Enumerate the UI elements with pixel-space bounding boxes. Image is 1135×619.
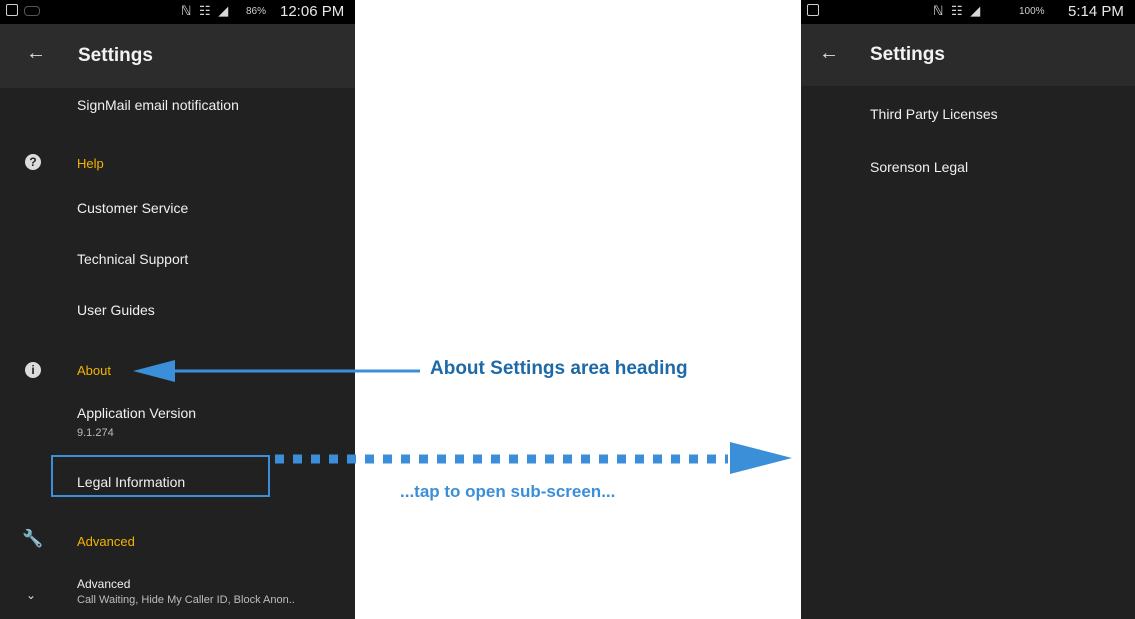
notification-icon [24,6,40,16]
settings-screen-left: ℕ ☷ ◢ 86% 12:06 PM ← Settings SignMail e… [0,0,355,619]
wrench-icon: 🔧 [22,529,44,548]
application-version-item[interactable]: Application Version [77,405,196,421]
status-bar: ℕ ☷ ◢ 86% 12:06 PM [0,0,355,24]
about-section-heading: About [77,363,111,378]
settings-screen-right: ℕ ☷ ◢ 100% 5:14 PM ← Settings Third Part… [801,0,1135,619]
about-heading-annotation: About Settings area heading [430,358,688,379]
clock: 12:06 PM [280,3,345,20]
screenshot-icon [807,4,819,16]
battery-percent: 86% [246,6,267,17]
help-icon: ? [25,154,41,170]
application-version-value: 9.1.274 [77,427,114,439]
customer-service-item[interactable]: Customer Service [77,200,188,216]
info-icon: i [25,362,41,378]
battery-percent: 100% [1019,6,1045,17]
user-guides-item[interactable]: User Guides [77,302,155,318]
legal-information-highlight [51,455,270,497]
advanced-item[interactable]: Advanced [77,577,130,591]
status-bar: ℕ ☷ ◢ 100% 5:14 PM [801,0,1135,24]
back-arrow-icon[interactable]: ← [26,42,46,65]
tap-arrow-head [730,442,792,474]
help-section-heading: Help [77,156,104,171]
sorenson-legal-item[interactable]: Sorenson Legal [870,159,968,175]
clock: 5:14 PM [1068,3,1124,20]
tap-annotation: ...tap to open sub-screen... [400,482,616,501]
advanced-item-summary: Call Waiting, Hide My Caller ID, Block A… [77,594,295,606]
status-icons: ℕ ☷ ◢ [933,3,983,18]
app-bar: ← Settings [0,24,355,88]
technical-support-item[interactable]: Technical Support [77,251,188,267]
signmail-email-notification-item[interactable]: SignMail email notification [77,97,239,113]
chevron-down-icon[interactable]: ⌄ [26,588,36,602]
page-title: Settings [870,44,945,65]
screenshot-icon [6,4,18,16]
status-icons: ℕ ☷ ◢ [181,3,231,18]
back-arrow-icon[interactable]: ← [819,42,839,65]
app-bar: ← Settings [801,24,1135,86]
advanced-section-heading: Advanced [77,534,135,549]
third-party-licenses-item[interactable]: Third Party Licenses [870,106,998,122]
page-title: Settings [78,45,153,66]
